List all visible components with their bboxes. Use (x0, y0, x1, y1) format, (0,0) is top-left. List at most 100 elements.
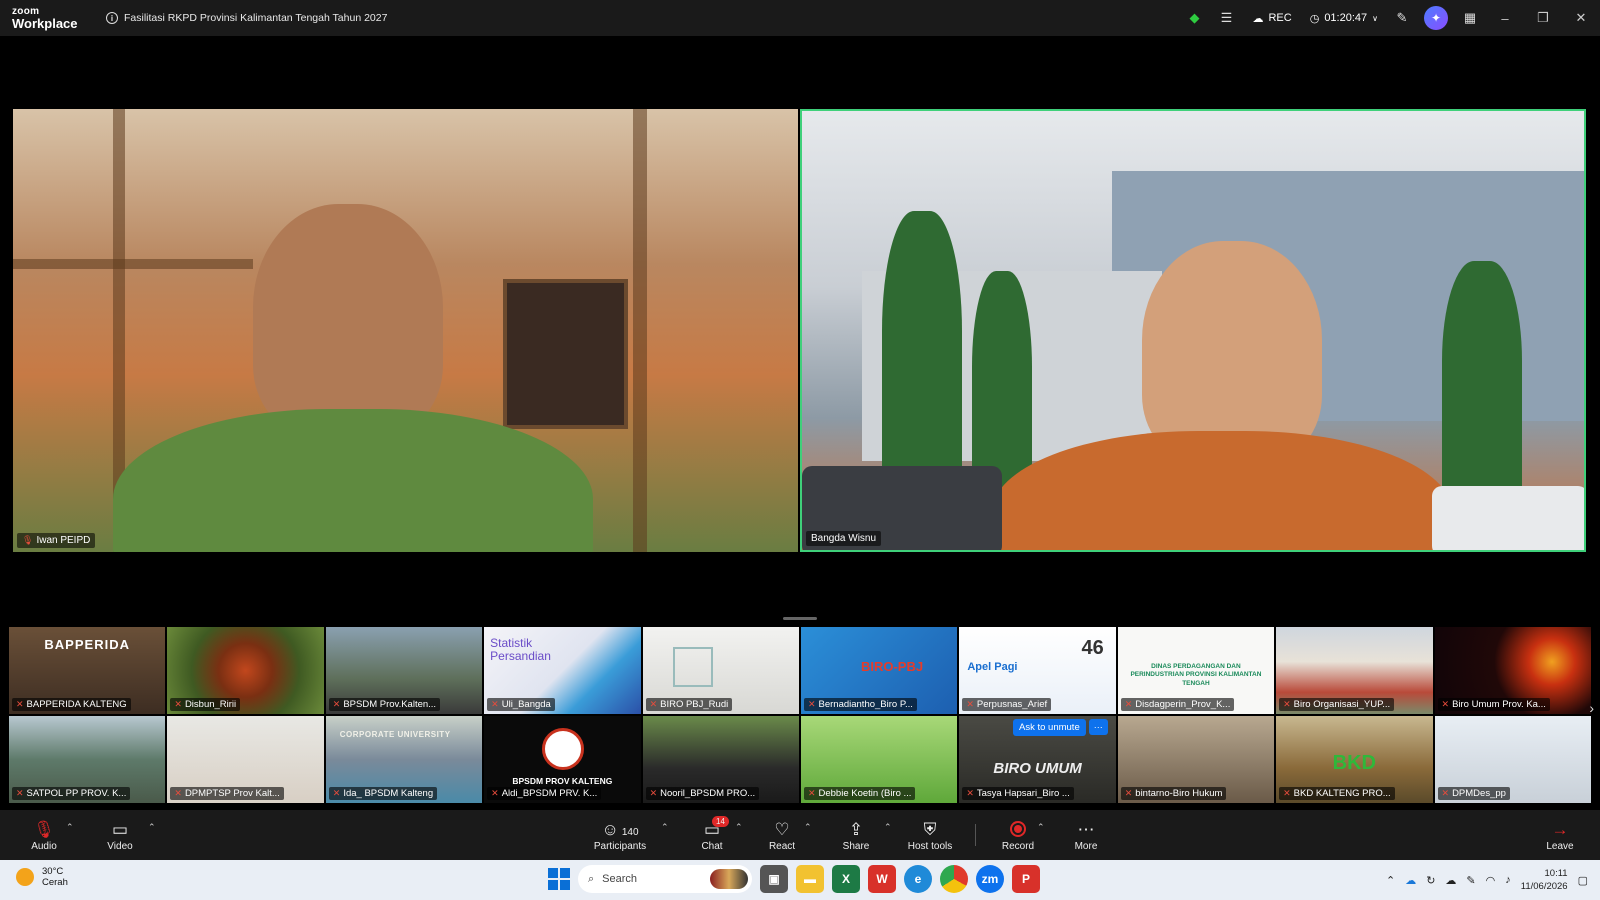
gallery-tile[interactable]: Apel Pagi 46 ✕ Perpusnas_Arief (958, 626, 1117, 715)
share-options-caret[interactable]: ⌃ (884, 822, 892, 833)
notification-icon[interactable]: ▢ (1578, 874, 1588, 887)
speaker-icon[interactable]: ♪ (1505, 874, 1511, 886)
weather-widget[interactable]: 30°C Cerah (16, 866, 68, 888)
react-button[interactable]: ♡ React (762, 810, 802, 860)
wifi-icon[interactable]: ◠ (1486, 874, 1496, 887)
gallery-resize-handle[interactable] (783, 617, 817, 620)
participants-button[interactable]: ☺ 140 Participants (590, 810, 650, 860)
share-button[interactable]: ⇪ Share (836, 810, 876, 860)
gallery-tile[interactable]: ✕ Biro Umum Prov. Ka... (1433, 626, 1592, 715)
tile-banner-text: BAPPERIDA (44, 637, 130, 652)
mic-muted-icon: 🎙 (33, 819, 55, 839)
chat-options-caret[interactable]: ⌃ (735, 822, 743, 833)
record-options-caret[interactable]: ⌃ (1037, 822, 1045, 833)
gallery-tile[interactable]: BPSDM PROV KALTENG ✕ Aldi_BPSDM PRV. K... (483, 715, 642, 804)
video-tile-main-2-active-speaker[interactable]: Bangda Wisnu (800, 109, 1586, 552)
mic-muted-icon: ✕ (966, 788, 974, 798)
gallery-tile[interactable]: ✕ BIRO PBJ_Rudi (641, 626, 800, 715)
gallery-tile[interactable]: BIRO-PBJ ✕ Bernadiantho_Biro P... (799, 626, 959, 715)
share-label: Share (842, 840, 870, 852)
participants-options-caret[interactable]: ⌃ (661, 822, 669, 833)
participant-name: SATPOL PP PROV. K... (26, 788, 127, 799)
audio-options-caret[interactable]: ⌃ (66, 822, 74, 833)
mic-muted-icon: ✕ (1441, 788, 1450, 798)
zoom-app-icon[interactable]: zm (976, 865, 1004, 893)
pen-icon[interactable]: ✎ (1386, 0, 1418, 36)
gallery-tile[interactable]: DINAS PERDAGANGAN DAN PERINDUSTRIAN PROV… (1116, 626, 1276, 715)
view-grid-icon[interactable]: ▦ (1454, 0, 1486, 36)
participant-name: Bangda Wisnu (811, 533, 877, 544)
gallery-tile[interactable]: Statistik Persandian ✕ Uli_Bangda (483, 626, 642, 715)
audio-label: Audio (31, 840, 57, 852)
mic-muted-icon: ✕ (332, 788, 341, 798)
task-view-icon[interactable]: ▣ (760, 865, 788, 893)
rec-label: REC (1268, 12, 1292, 24)
tile-name-tag: ✕ Disdagperin_Prov_K... (1120, 698, 1235, 711)
wps-office-icon[interactable]: W (868, 865, 896, 893)
language-icon[interactable]: ✎ (1466, 874, 1475, 887)
audio-button[interactable]: 🎙 Audio (24, 810, 64, 860)
cloud-icon[interactable]: ☁ (1445, 874, 1456, 887)
gallery-tile[interactable]: ✕ Nooril_BPSDM PRO... (641, 715, 800, 804)
chrome-icon[interactable] (940, 865, 968, 893)
video-options-caret[interactable]: ⌃ (148, 822, 156, 833)
more-options-button[interactable]: ··· (1088, 719, 1108, 735)
gallery-tile[interactable]: ✕ DPMPTSP Prov Kalt... (166, 715, 325, 804)
video-button[interactable]: ▭ Video (100, 810, 140, 860)
tile-name-tag: ✕ Nooril_BPSDM PRO... (645, 787, 760, 800)
ai-companion-icon[interactable]: ✦ (1424, 6, 1448, 30)
tree (1442, 261, 1522, 511)
participant-name: Disbun_Ririi (184, 699, 237, 710)
edge-icon[interactable]: e (904, 865, 932, 893)
pdf-reader-icon[interactable]: P (1012, 865, 1040, 893)
meeting-controls: 🎙 Audio ⌃ ▭ Video ⌃ ☺ 140 Participants ⌃ … (0, 810, 1600, 860)
react-options-caret[interactable]: ⌃ (804, 822, 812, 833)
meeting-timer[interactable]: ◷ 01:20:47 ∨ (1302, 12, 1386, 25)
system-clock[interactable]: 10:11 11/06/2026 (1521, 867, 1568, 893)
tile-name-tag: ✕ Biro Organisasi_YUP... (1279, 698, 1395, 711)
gallery-tile[interactable]: ✕ Debbie Koetin (Biro ... (799, 715, 959, 804)
gallery-tile[interactable]: CORPORATE UNIVERSITY ✕ Ida_ BPSDM Kalteng (324, 715, 484, 804)
chevron-right-icon[interactable]: › (1589, 700, 1594, 716)
taskbar-search[interactable]: ⌕ Search (578, 865, 752, 893)
gallery-tile[interactable]: ✕ Disbun_Ririi (166, 626, 325, 715)
record-button[interactable]: Record (998, 810, 1038, 860)
more-button[interactable]: ⋯ More (1066, 810, 1106, 860)
windows-start-icon[interactable] (548, 868, 570, 890)
leave-button[interactable]: → Leave (1540, 810, 1580, 860)
ask-to-unmute-button[interactable]: Ask to unmute (1013, 719, 1086, 736)
tile-name-tag: ✕ DPMDes_pp (1437, 787, 1510, 800)
car (1432, 486, 1584, 550)
participant-name: BKD KALTENG PRO... (1293, 788, 1391, 799)
host-tools-button[interactable]: ⛨ Host tools (905, 810, 955, 860)
search-placeholder: Search (602, 873, 638, 885)
meeting-info[interactable]: i Fasilitasi RKPD Provinsi Kalimantan Te… (106, 12, 387, 24)
video-tile-main-1[interactable]: 🎙 Iwan PEIPD (13, 109, 798, 552)
gallery-tile[interactable]: ✕ SATPOL PP PROV. K... (8, 715, 167, 804)
info-icon[interactable]: i (106, 12, 118, 24)
gallery-tile[interactable]: ✕ bintarno-Biro Hukum (1116, 715, 1276, 804)
gallery-tile[interactable]: BIRO UMUM Ask to unmute ··· ✕ Tasya Hapsa… (958, 715, 1117, 804)
gallery-tile[interactable]: ✕ BPSDM Prov.Kalten... (324, 626, 484, 715)
minimize-button[interactable]: – (1486, 0, 1524, 36)
participant-name: Ida_ BPSDM Kalteng (343, 788, 434, 799)
speaker-face (1142, 241, 1322, 461)
excel-icon[interactable]: X (832, 865, 860, 893)
tile-banner-text: Statistik Persandian (490, 636, 551, 664)
notes-icon[interactable]: ☰ (1210, 0, 1242, 36)
gallery-tile[interactable]: ✕ Biro Organisasi_YUP... (1275, 626, 1434, 715)
gallery-tile[interactable]: ✕ DPMDes_pp (1433, 715, 1592, 804)
chevron-up-icon[interactable]: ⌃ (1386, 874, 1395, 887)
restore-button[interactable]: ❐ (1524, 0, 1562, 36)
toolbar-divider (975, 824, 976, 846)
gallery-tile[interactable]: BAPPERIDA ✕ BAPPERIDA KALTENG (8, 626, 167, 715)
gallery-tile[interactable]: BKD ✕ BKD KALTENG PRO... (1275, 715, 1434, 804)
close-button[interactable]: ✕ (1562, 0, 1600, 36)
participant-name: DPMPTSP Prov Kalt... (184, 788, 280, 799)
sync-icon[interactable]: ↻ (1426, 874, 1435, 887)
recording-indicator[interactable]: ☁ REC (1242, 12, 1301, 25)
file-explorer-icon[interactable]: ▬ (796, 865, 824, 893)
shield-icon[interactable]: ◆ (1178, 0, 1210, 36)
onedrive-icon[interactable]: ☁ (1405, 874, 1416, 887)
chat-button[interactable]: ▭ 14 Chat (692, 810, 732, 860)
